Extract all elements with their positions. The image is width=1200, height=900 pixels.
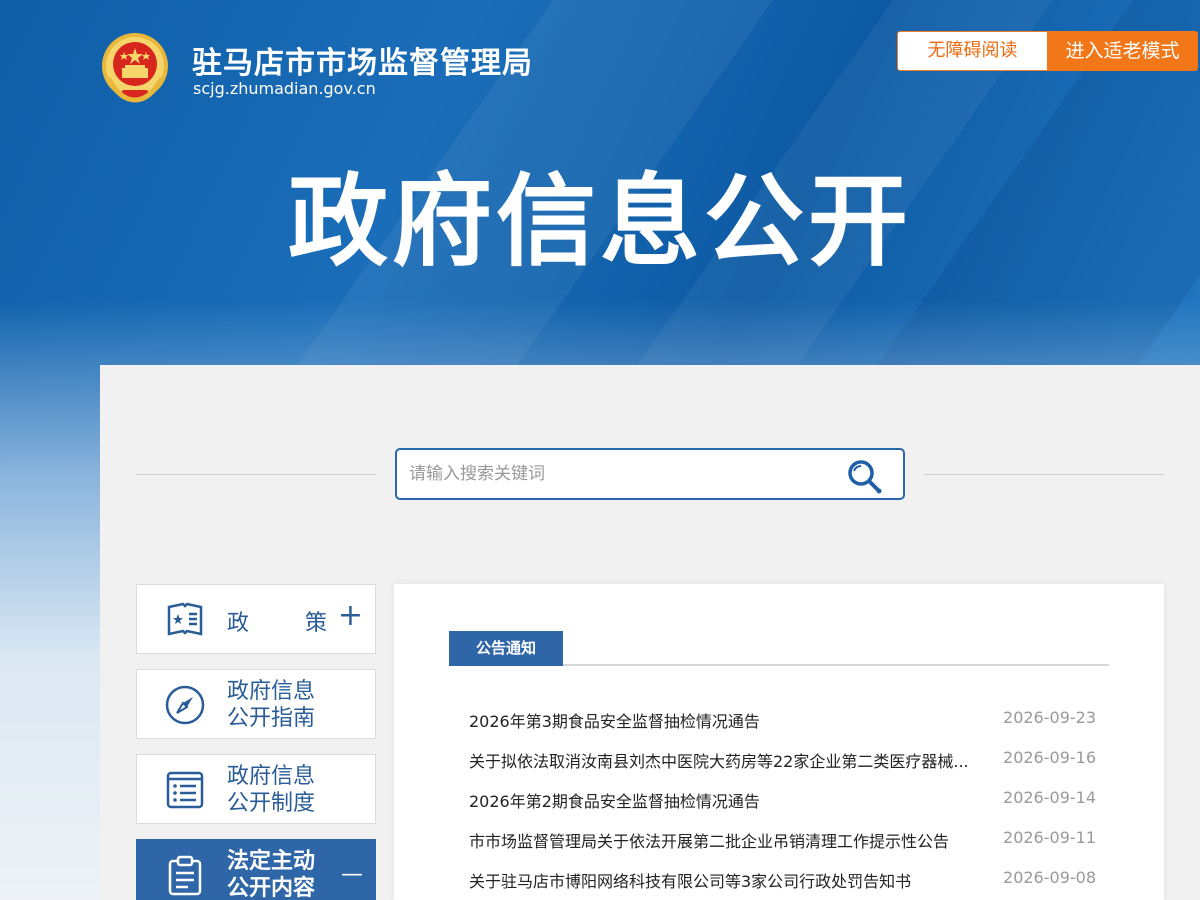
sidebar-item-policy[interactable]: 政 策 + xyxy=(136,584,376,654)
sidebar-item-label-line: 公开制度 xyxy=(227,791,316,816)
search-input[interactable] xyxy=(409,460,829,488)
news-item[interactable]: 关于拟依法取消汝南县刘杰中医院大药房等22家企业第二类医疗器械... 2026-… xyxy=(469,748,1096,772)
compass-icon xyxy=(165,685,205,725)
news-item[interactable]: 2026年第2期食品安全监督抽检情况通告 2026-09-14 xyxy=(469,788,1096,812)
news-date: 2026-09-14 xyxy=(1003,788,1096,807)
news-date: 2026-09-23 xyxy=(1003,708,1096,727)
site-url: scjg.zhumadian.gov.cn xyxy=(193,79,376,98)
expand-plus-icon[interactable]: + xyxy=(338,601,363,631)
news-item[interactable]: 2026年第3期食品安全监督抽检情况通告 2026-09-23 xyxy=(469,708,1096,732)
news-title[interactable]: 关于驻马店市博阳网络科技有限公司等3家公司行政处罚告知书 xyxy=(469,868,969,892)
sidebar-item-label: 政府信息 公开制度 xyxy=(227,763,315,817)
news-title[interactable]: 市市场监督管理局关于依法开展第二批企业吊销清理工作提示性公告 xyxy=(469,828,969,852)
search-box xyxy=(395,448,905,500)
sidebar-item-label: 政 策 xyxy=(227,605,327,637)
news-date: 2026-09-16 xyxy=(1003,748,1096,767)
collapse-minus-icon[interactable]: — xyxy=(341,860,363,890)
list-document-icon xyxy=(166,771,204,809)
news-date: 2026-09-08 xyxy=(1003,868,1096,887)
tab-announcements[interactable]: 公告通知 xyxy=(449,631,563,666)
search-icon[interactable] xyxy=(845,457,885,495)
sidebar-item-label-line: 公开内容 xyxy=(227,876,316,900)
divider xyxy=(136,474,376,475)
divider xyxy=(924,474,1164,475)
sidebar-item-label: 法定主动 公开内容 xyxy=(227,848,315,900)
sidebar-item-label-line: 公开指南 xyxy=(227,706,316,731)
sidebar-item-disclosure-system[interactable]: 政府信息 公开制度 xyxy=(136,754,376,824)
sidebar-item-label-line: 政府信息 xyxy=(227,764,316,789)
policy-book-icon xyxy=(167,602,203,636)
site-title: 驻马店市市场监督管理局 xyxy=(192,46,533,81)
accessibility-reading-button[interactable]: 无障碍阅读 xyxy=(897,31,1048,71)
sidebar-item-disclosure-guide[interactable]: 政府信息 公开指南 xyxy=(136,669,376,739)
news-date: 2026-09-11 xyxy=(1003,828,1096,847)
news-title[interactable]: 关于拟依法取消汝南县刘杰中医院大药房等22家企业第二类医疗器械... xyxy=(469,748,969,772)
news-item[interactable]: 市市场监督管理局关于依法开展第二批企业吊销清理工作提示性公告 2026-09-1… xyxy=(469,828,1096,852)
clipboard-icon xyxy=(168,855,202,896)
sidebar-item-label-char: 政 xyxy=(227,611,250,636)
sidebar-item-label: 政府信息 公开指南 xyxy=(227,678,315,732)
news-title[interactable]: 2026年第2期食品安全监督抽检情况通告 xyxy=(469,788,969,812)
elder-mode-button[interactable]: 进入适老模式 xyxy=(1047,31,1198,71)
sidebar-item-label-line: 法定主动 xyxy=(227,849,316,874)
news-item[interactable]: 关于驻马店市博阳网络科技有限公司等3家公司行政处罚告知书 2026-09-08 xyxy=(469,868,1096,892)
sidebar-item-label-char: 策 xyxy=(304,611,327,636)
national-emblem-icon xyxy=(102,33,168,103)
sidebar-item-statutory-disclosure[interactable]: 法定主动 公开内容 — xyxy=(136,839,376,900)
sidebar-item-label-line: 政府信息 xyxy=(227,679,316,704)
news-title[interactable]: 2026年第3期食品安全监督抽检情况通告 xyxy=(469,708,969,732)
page-hero-title: 政府信息公开 xyxy=(288,163,912,280)
